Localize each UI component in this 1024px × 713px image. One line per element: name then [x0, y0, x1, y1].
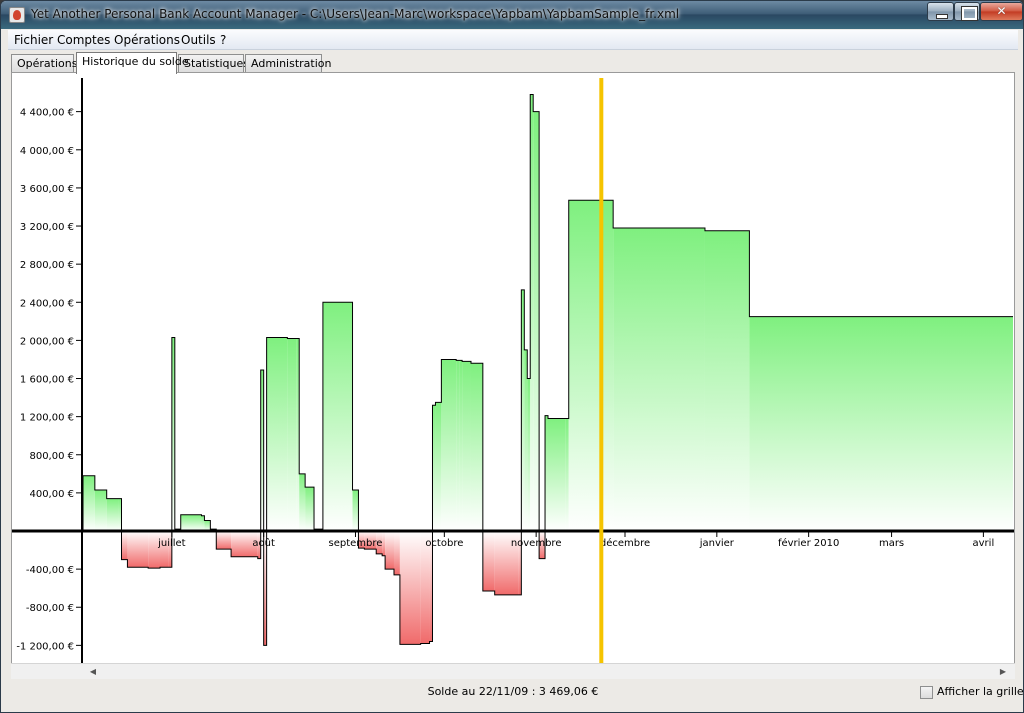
balance-step-area	[83, 475, 95, 531]
menu-operations[interactable]: Opérations	[114, 33, 180, 47]
scroll-left-icon[interactable]: ◀	[87, 666, 99, 678]
y-tick-label: 4 400,00 €	[20, 108, 74, 119]
balance-status-text: Solde au 22/11/09 : 3 469,06 €	[427, 685, 599, 698]
show-grid-checkbox[interactable]	[920, 686, 933, 699]
show-grid-toggle[interactable]: Afficher la grille	[920, 685, 1023, 701]
balance-step-area	[322, 302, 353, 531]
balance-step-area	[305, 487, 315, 531]
balance-step-area	[613, 227, 705, 532]
maximize-icon[interactable]	[954, 2, 980, 21]
balance-step-area	[352, 490, 359, 531]
y-tick-label: 3 600,00 €	[20, 184, 74, 195]
java-cup-icon	[9, 7, 25, 23]
balance-step-area	[216, 531, 232, 550]
balance-step-area	[287, 338, 297, 531]
balance-step-area	[462, 361, 471, 531]
x-tick-label: septembre	[329, 538, 383, 549]
tab-operations[interactable]: Opérations	[11, 54, 77, 73]
chart-horizontal-scrollbar[interactable]: ◀ ▶	[11, 663, 1015, 679]
balance-step-area	[121, 531, 128, 560]
y-tick-label: 2 000,00 €	[20, 336, 74, 347]
y-tick-label: 400,00 €	[29, 489, 74, 500]
menu-bar: Fichier Comptes Opérations Outils ?	[8, 30, 1018, 50]
balance-step-area	[482, 531, 495, 592]
x-tick-label: janvier	[699, 538, 735, 549]
close-icon[interactable]	[980, 2, 1023, 21]
menu-fichier[interactable]: Fichier	[14, 33, 53, 47]
x-tick-label: novembre	[511, 538, 562, 549]
y-tick-label: -400,00 €	[26, 565, 74, 576]
balance-step-area	[393, 531, 400, 575]
status-bar: Solde au 22/11/09 : 3 469,06 € Afficher …	[8, 681, 1023, 703]
show-grid-label: Afficher la grille	[937, 685, 1024, 698]
app-window: Yet Another Personal Bank Account Manage…	[0, 0, 1024, 713]
y-tick-label: 3 200,00 €	[20, 222, 74, 233]
menu-help[interactable]: ?	[220, 33, 226, 47]
title-bar[interactable]: Yet Another Personal Bank Account Manage…	[1, 1, 1023, 29]
balance-step-area	[441, 359, 457, 531]
balance-step-area	[127, 531, 149, 568]
scroll-right-icon[interactable]: ▶	[997, 666, 1009, 678]
x-tick-label: février 2010	[778, 537, 839, 549]
y-tick-label: 2 400,00 €	[20, 298, 74, 309]
x-tick-label: avril	[973, 538, 995, 549]
balance-step-area	[385, 531, 394, 570]
menu-comptes[interactable]: Comptes	[57, 33, 110, 47]
balance-step-area	[148, 531, 161, 569]
balance-step-area	[399, 531, 421, 645]
window-title: Yet Another Personal Bank Account Manage…	[31, 7, 680, 21]
y-tick-label: 800,00 €	[29, 451, 74, 462]
balance-step-area	[565, 418, 569, 531]
x-tick-label: décembre	[600, 537, 650, 549]
balance-history-chart: -1 200,00 € -800,00 € -400,00 € 400,00 € 800…	[12, 78, 1014, 663]
balance-step-area	[704, 230, 750, 531]
minimize-icon[interactable]	[927, 2, 954, 21]
y-tick-label: 1 600,00 €	[20, 375, 74, 386]
balance-step-area	[568, 200, 614, 531]
y-tick-label: 4 000,00 €	[20, 146, 74, 157]
balance-step-area	[204, 520, 211, 531]
balance-step-area	[382, 531, 386, 556]
balance-step-area	[459, 360, 463, 531]
tab-administration[interactable]: Administration	[245, 54, 332, 73]
y-tick-label: -800,00 €	[26, 603, 74, 614]
balance-step-area	[106, 498, 119, 531]
tab-historique-du-solde[interactable]: Historique du solde	[76, 52, 189, 74]
balance-step-area	[456, 360, 460, 531]
balance-step-area	[548, 418, 566, 531]
balance-step-area	[94, 490, 107, 531]
balance-step-area	[749, 316, 1013, 531]
x-tick-label: mars	[879, 538, 904, 549]
balance-step-area	[299, 473, 306, 531]
x-tick-label: août	[252, 537, 275, 549]
balance-step-area	[435, 402, 442, 531]
balance-history-panel: -1 200,00 € -800,00 € -400,00 € 400,00 € 800…	[11, 72, 1015, 679]
x-tick-label: octobre	[425, 538, 463, 549]
menu-outils[interactable]: Outils	[181, 33, 216, 47]
y-tick-label: 1 200,00 €	[20, 413, 74, 424]
y-tick-label: -1 200,00 €	[16, 641, 74, 652]
balance-step-area	[527, 378, 531, 531]
x-tick-label: juillet	[157, 538, 186, 549]
balance-step-area	[533, 111, 540, 532]
balance-step-area	[160, 531, 169, 568]
balance-step-area	[180, 514, 202, 531]
y-tick-label: 2 800,00 €	[20, 260, 74, 271]
balance-step-area	[266, 337, 288, 531]
balance-step-area	[470, 363, 483, 531]
